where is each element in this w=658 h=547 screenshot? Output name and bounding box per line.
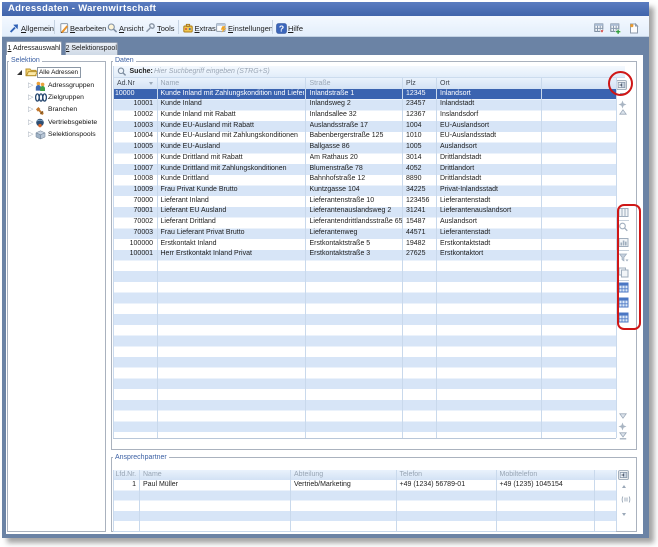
svg-text:?: ? [279, 24, 284, 34]
